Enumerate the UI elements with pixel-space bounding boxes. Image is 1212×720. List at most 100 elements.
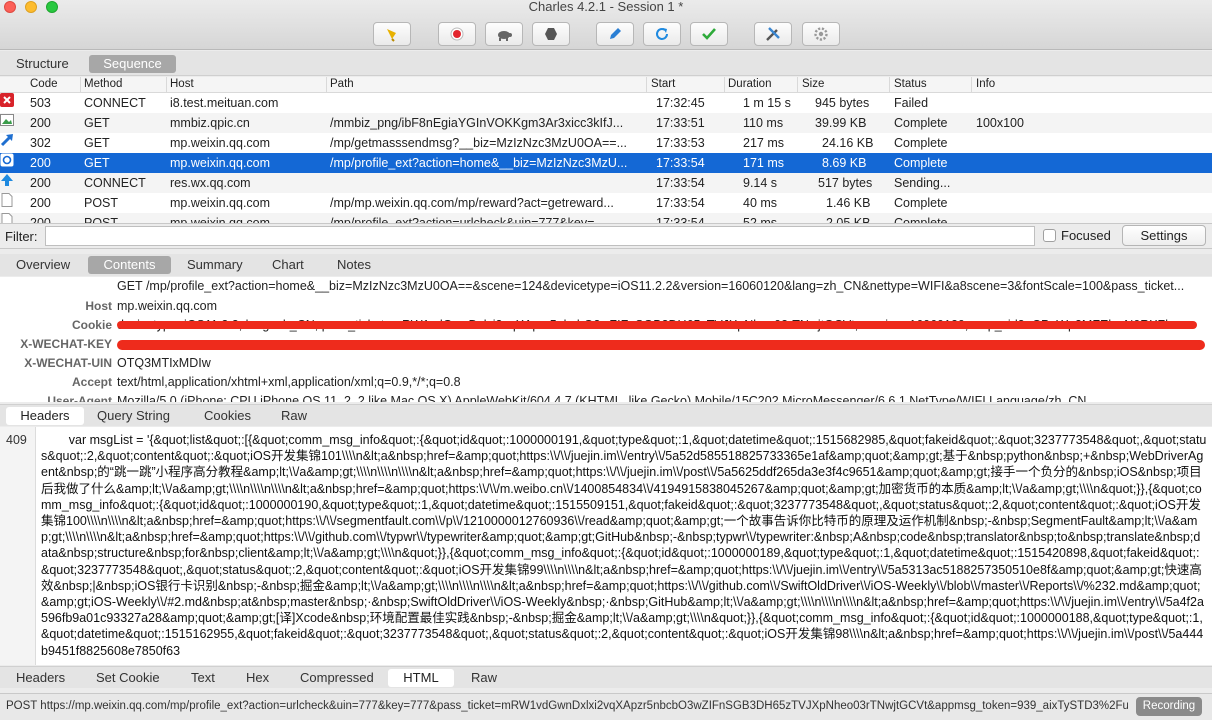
- response-html-source[interactable]: var msgList = '{&quot;list&quot;:[{&quot…: [41, 432, 1207, 659]
- title-bar: Charles 4.2.1 - Session 1 *: [0, 0, 1212, 50]
- tab-query-string[interactable]: Query String: [89, 407, 178, 425]
- cell-host: mp.weixin.qq.com: [170, 136, 271, 150]
- request-tabs: Headers Query String Cookies Raw: [0, 404, 1212, 426]
- window-title: Charles 4.2.1 - Session 1 *: [528, 0, 684, 14]
- table-row[interactable]: 200 POST mp.weixin.qq.com /mp/profile_ex…: [0, 213, 1212, 223]
- breakpoint-hexagon-icon: [545, 28, 557, 40]
- tab-chart[interactable]: Chart: [264, 256, 312, 274]
- recording-badge[interactable]: Recording: [1136, 697, 1202, 716]
- cell-size: 39.99 KB: [815, 116, 867, 130]
- cell-method: GET: [84, 156, 110, 170]
- cell-duration: 110 ms: [743, 116, 784, 130]
- record-button[interactable]: [438, 22, 476, 46]
- broom-icon: [387, 29, 396, 42]
- focused-label: Focused: [1061, 228, 1111, 243]
- cell-method: POST: [84, 196, 119, 210]
- column-status[interactable]: Status: [894, 78, 927, 90]
- column-host[interactable]: Host: [170, 78, 194, 90]
- cell-status: Complete: [894, 136, 948, 150]
- column-path[interactable]: Path: [330, 78, 354, 90]
- tab-sequence[interactable]: Sequence: [89, 55, 176, 73]
- tab-set-cookie[interactable]: Set Cookie: [88, 669, 168, 687]
- tab-summary[interactable]: Summary: [179, 256, 251, 274]
- status-bar: POST https://mp.weixin.qq.com/mp/profile…: [0, 693, 1212, 720]
- tab-compressed[interactable]: Compressed: [292, 669, 382, 687]
- tab-overview[interactable]: Overview: [8, 256, 78, 274]
- cell-duration: 217 ms: [743, 136, 784, 150]
- header-key: X-WECHAT-KEY: [20, 337, 112, 351]
- table-row-selected[interactable]: 200 GET mp.weixin.qq.com /mp/profile_ext…: [0, 153, 1212, 173]
- json-doc-icon: [0, 153, 14, 167]
- table-row[interactable]: 200 POST mp.weixin.qq.com /mp/mp.weixin.…: [0, 193, 1212, 213]
- table-row[interactable]: 200 CONNECT res.wx.qq.com 17:33:54 9.14 …: [0, 173, 1212, 193]
- request-line: GET /mp/profile_ext?action=home&__biz=Mz…: [117, 279, 1185, 293]
- pen-icon: [610, 28, 621, 39]
- cell-host: i8.test.meituan.com: [170, 96, 279, 110]
- cell-duration: 171 ms: [743, 156, 784, 170]
- tab-structure[interactable]: Structure: [8, 55, 77, 73]
- cell-host: mp.weixin.qq.com: [170, 196, 271, 210]
- refresh-icon: [656, 28, 668, 40]
- validate-button[interactable]: [690, 22, 728, 46]
- cell-size: 8.69 KB: [822, 156, 867, 170]
- cell-status: Complete: [894, 196, 948, 210]
- tab-contents[interactable]: Contents: [88, 256, 171, 274]
- settings-button[interactable]: [802, 22, 840, 46]
- column-info[interactable]: Info: [976, 78, 995, 90]
- column-start[interactable]: Start: [651, 78, 675, 90]
- header-key: User-Agent: [47, 394, 112, 402]
- column-size[interactable]: Size: [802, 78, 824, 90]
- cell-status: Complete: [894, 216, 948, 223]
- breakpoints-button[interactable]: [532, 22, 570, 46]
- cell-start: 17:33:54: [656, 216, 705, 223]
- filter-bar: Filter: Focused Settings: [0, 223, 1212, 249]
- tab-request-headers[interactable]: Headers: [6, 407, 84, 425]
- tab-hex[interactable]: Hex: [238, 669, 277, 687]
- cell-status: Sending...: [894, 176, 951, 190]
- table-row[interactable]: 503 CONNECT i8.test.meituan.com 17:32:45…: [0, 93, 1212, 113]
- tools-button[interactable]: [754, 22, 792, 46]
- tab-cookies[interactable]: Cookies: [196, 407, 259, 425]
- column-code[interactable]: Code: [30, 78, 58, 90]
- request-headers-panel: GET /mp/profile_ext?action=home&__biz=Mz…: [0, 277, 1212, 402]
- tab-response-raw[interactable]: Raw: [463, 669, 505, 687]
- clear-session-button[interactable]: [373, 22, 411, 46]
- cell-start: 17:33:54: [656, 176, 705, 190]
- filter-input[interactable]: [45, 226, 1035, 246]
- redaction-mark: [117, 340, 1205, 350]
- tab-notes[interactable]: Notes: [329, 256, 379, 274]
- detail-tabs: Overview Contents Summary Chart Notes: [0, 254, 1212, 276]
- settings-button[interactable]: Settings: [1122, 225, 1206, 246]
- header-key: Accept: [71, 375, 112, 389]
- focused-checkbox[interactable]: [1043, 229, 1056, 242]
- tab-response-headers[interactable]: Headers: [8, 669, 73, 687]
- cell-duration: 40 ms: [743, 196, 778, 210]
- tab-text[interactable]: Text: [183, 669, 223, 687]
- table-row[interactable]: 200 GET mmbiz.qpic.cn /mmbiz_png/ibF8nEg…: [0, 113, 1212, 133]
- throttle-turtle-icon: [498, 31, 512, 41]
- header-key: Cookie: [71, 318, 112, 332]
- cell-code: 200: [30, 156, 51, 170]
- tab-html[interactable]: HTML: [388, 669, 454, 687]
- cell-start: 17:33:53: [656, 136, 705, 150]
- column-duration[interactable]: Duration: [728, 78, 771, 90]
- cell-start: 17:33:54: [656, 156, 705, 170]
- compose-button[interactable]: [596, 22, 634, 46]
- throttle-button[interactable]: [485, 22, 523, 46]
- cell-host: mp.weixin.qq.com: [170, 216, 271, 223]
- header-key: Host: [85, 299, 112, 313]
- cell-code: 503: [30, 96, 51, 110]
- cell-code: 200: [30, 176, 51, 190]
- cell-start: 17:33:51: [656, 116, 705, 130]
- cell-path: /mp/profile_ext?action=urlcheck&uin=777&…: [330, 216, 605, 223]
- cell-method: GET: [84, 136, 110, 150]
- table-row[interactable]: 302 GET mp.weixin.qq.com /mp/getmasssend…: [0, 133, 1212, 153]
- cell-size: 1.46 KB: [826, 196, 871, 210]
- repeat-button[interactable]: [643, 22, 681, 46]
- cell-size: 517 bytes: [818, 176, 873, 190]
- column-method[interactable]: Method: [84, 78, 122, 90]
- header-value: mp.weixin.qq.com: [117, 299, 218, 313]
- cell-status: Complete: [894, 156, 948, 170]
- header-value: Mozilla/5.0 (iPhone; CPU iPhone OS 11_2_…: [117, 394, 1087, 402]
- tab-request-raw[interactable]: Raw: [273, 407, 315, 425]
